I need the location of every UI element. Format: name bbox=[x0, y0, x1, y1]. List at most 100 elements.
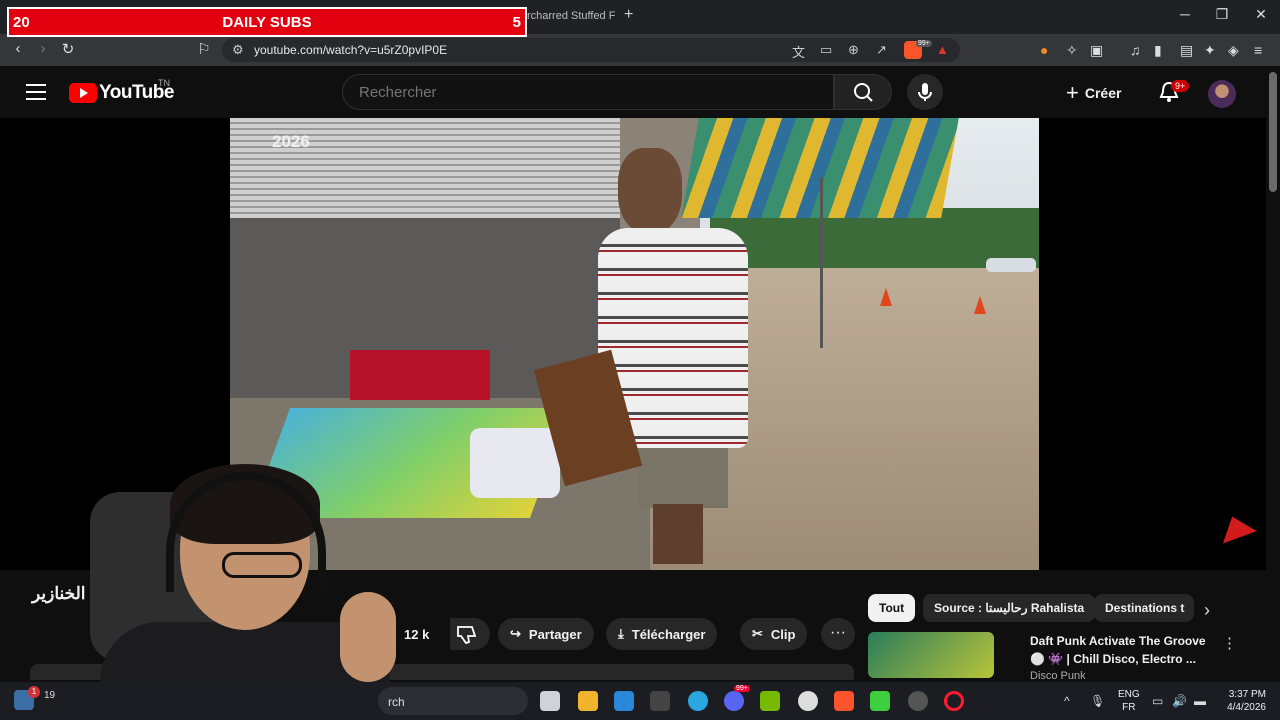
create-label: Créer bbox=[1084, 85, 1122, 101]
download-icon: ⤓ bbox=[618, 626, 624, 641]
browser-tab-title[interactable]: rcharred Stuffed F bbox=[527, 10, 617, 22]
tray-chevron-icon[interactable]: ^ bbox=[1064, 694, 1070, 708]
address-bar[interactable]: ⚙ youtube.com/watch?v=u5rZ0pvIP0E 文 ▭ ⊕ … bbox=[222, 38, 960, 62]
bookmark-icon[interactable]: ⚐ bbox=[194, 40, 214, 58]
taskbar-clock[interactable]: 3:37 PM 4/4/2026 bbox=[1220, 688, 1266, 714]
webcam-glasses bbox=[222, 552, 302, 578]
discord-icon[interactable] bbox=[724, 691, 744, 711]
chip-source-rahalista[interactable]: Source : رحاليستا Rahalista bbox=[923, 594, 1096, 622]
video-scene-person bbox=[598, 148, 748, 564]
video-scene-cone bbox=[974, 296, 986, 314]
video-title-year: 2026 bbox=[272, 132, 310, 151]
recommendation-channel[interactable]: Disco Punk bbox=[1030, 670, 1086, 682]
voice-search-button[interactable] bbox=[907, 74, 943, 110]
search-button[interactable] bbox=[834, 74, 892, 110]
vpn-icon[interactable]: ◈ bbox=[1228, 42, 1239, 59]
discord-badge: 99+ bbox=[734, 685, 750, 692]
volume-icon[interactable]: 🔊 bbox=[1172, 694, 1187, 708]
video-scene-red-mat bbox=[350, 350, 490, 400]
like-count[interactable]: 12 k bbox=[404, 627, 429, 642]
brave-icon[interactable] bbox=[834, 691, 854, 711]
clip-button[interactable]: ✂ Clip bbox=[740, 618, 808, 650]
url-text[interactable]: youtube.com/watch?v=u5rZ0pvIP0E bbox=[254, 43, 447, 57]
plus-icon: + bbox=[1066, 80, 1079, 105]
daily-subs-banner: 20 DAILY SUBS 5 bbox=[7, 7, 527, 37]
forward-icon[interactable]: › bbox=[33, 40, 53, 57]
minimize-icon[interactable]: ─ bbox=[1170, 6, 1200, 22]
edge-icon[interactable] bbox=[688, 691, 708, 711]
media-player-icon[interactable] bbox=[870, 691, 890, 711]
battery-icon[interactable]: ▬ bbox=[1194, 694, 1206, 708]
opera-gx-icon[interactable] bbox=[944, 691, 964, 711]
obs-icon[interactable] bbox=[908, 691, 928, 711]
subs-left-number: 20 bbox=[13, 13, 30, 31]
tray-mic-icon[interactable]: 🎙 bbox=[1090, 694, 1105, 708]
task-view-icon[interactable] bbox=[540, 691, 560, 711]
person-shorts bbox=[638, 448, 728, 508]
store-icon[interactable] bbox=[614, 691, 634, 711]
lang-bottom: FR bbox=[1122, 702, 1136, 713]
person-legs bbox=[653, 504, 703, 564]
nvidia-icon[interactable] bbox=[760, 691, 780, 711]
lang-top: ENG bbox=[1118, 689, 1140, 700]
translate-icon[interactable]: 文 bbox=[792, 42, 805, 61]
new-tab-icon[interactable]: + bbox=[624, 6, 633, 24]
site-settings-icon[interactable]: ⚙ bbox=[232, 42, 244, 58]
recommendation-thumbnail[interactable] bbox=[868, 632, 994, 678]
weather-badge: 1 bbox=[28, 686, 40, 698]
subs-right-number: 5 bbox=[512, 13, 521, 31]
search-input[interactable] bbox=[359, 84, 819, 101]
dislike-button[interactable] bbox=[450, 618, 490, 650]
media-icon[interactable]: ♫ bbox=[1130, 42, 1141, 58]
close-icon[interactable]: ✕ bbox=[1246, 6, 1276, 23]
streamer-webcam bbox=[40, 452, 400, 720]
download-button[interactable]: ⤓ Télécharger bbox=[606, 618, 718, 650]
page-scrollbar[interactable] bbox=[1266, 66, 1280, 682]
sidebar-icon[interactable]: ▮ bbox=[1154, 42, 1162, 59]
chip-destinations[interactable]: Destinations t bbox=[1094, 594, 1194, 622]
reload-icon[interactable]: ↻ bbox=[58, 40, 78, 58]
subs-banner-title: DAILY SUBS bbox=[222, 13, 312, 31]
webcam-hand bbox=[340, 592, 396, 682]
hamburger-menu-icon[interactable] bbox=[26, 84, 46, 100]
youtube-play-icon bbox=[69, 83, 97, 103]
brave-rewards-icon[interactable]: ▲ bbox=[936, 42, 949, 57]
video-scene-pole bbox=[820, 178, 823, 348]
search-icon bbox=[854, 83, 873, 102]
extensions-icon[interactable]: ✧ bbox=[1066, 42, 1078, 59]
account-avatar[interactable] bbox=[1208, 80, 1236, 108]
back-icon[interactable]: ‹ bbox=[8, 40, 28, 57]
chatgpt-icon[interactable] bbox=[798, 691, 818, 711]
share-label: Partager bbox=[528, 626, 582, 642]
file-explorer-icon[interactable] bbox=[578, 691, 598, 711]
wallet-icon[interactable]: ▤ bbox=[1180, 42, 1193, 59]
share-button[interactable]: ↪ Partager bbox=[498, 618, 594, 650]
create-button[interactable]: + Créer bbox=[1066, 80, 1121, 106]
share-page-icon[interactable]: ↗ bbox=[876, 42, 887, 58]
scrollbar-thumb[interactable] bbox=[1269, 72, 1277, 192]
zoom-icon[interactable]: ⊕ bbox=[848, 42, 859, 58]
windows-taskbar: 1 19 rch 99+ ^ 🎙 ENG FR ▭ 🔊 ▬ 3:37 PM 4/… bbox=[0, 682, 1280, 720]
menu-icon[interactable]: ≡ bbox=[1254, 42, 1262, 58]
chevron-right-icon[interactable]: › bbox=[1204, 600, 1210, 621]
cast-icon[interactable]: ▭ bbox=[820, 42, 832, 58]
video-scene-car bbox=[986, 258, 1036, 272]
chip-all[interactable]: Tout bbox=[868, 594, 916, 622]
clip-label: Clip bbox=[770, 626, 796, 642]
language-indicator[interactable]: ENG FR bbox=[1118, 688, 1140, 714]
taskbar-search[interactable]: rch bbox=[378, 687, 528, 715]
more-actions-button[interactable]: ··· bbox=[821, 618, 855, 650]
notifications-badge: 9+ bbox=[1171, 80, 1190, 92]
maximize-icon[interactable]: ❐ bbox=[1207, 6, 1237, 23]
microphone-icon bbox=[918, 83, 932, 101]
share-icon: ↪ bbox=[510, 626, 521, 641]
screenshot-icon[interactable]: ▣ bbox=[1090, 42, 1103, 59]
network-icon[interactable]: ▭ bbox=[1152, 694, 1163, 708]
app-icon[interactable] bbox=[650, 691, 670, 711]
recommendation-title[interactable]: Daft Punk Activate The Groove ⚪ 👾 | Chil… bbox=[1030, 632, 1210, 668]
kebab-menu-icon[interactable]: ⋮ bbox=[1222, 634, 1237, 652]
extension-cookie-icon[interactable]: ● bbox=[1040, 42, 1048, 58]
scissors-icon: ✂ bbox=[752, 626, 763, 641]
search-box bbox=[342, 74, 834, 110]
leo-ai-icon[interactable]: ✦ bbox=[1204, 42, 1216, 59]
